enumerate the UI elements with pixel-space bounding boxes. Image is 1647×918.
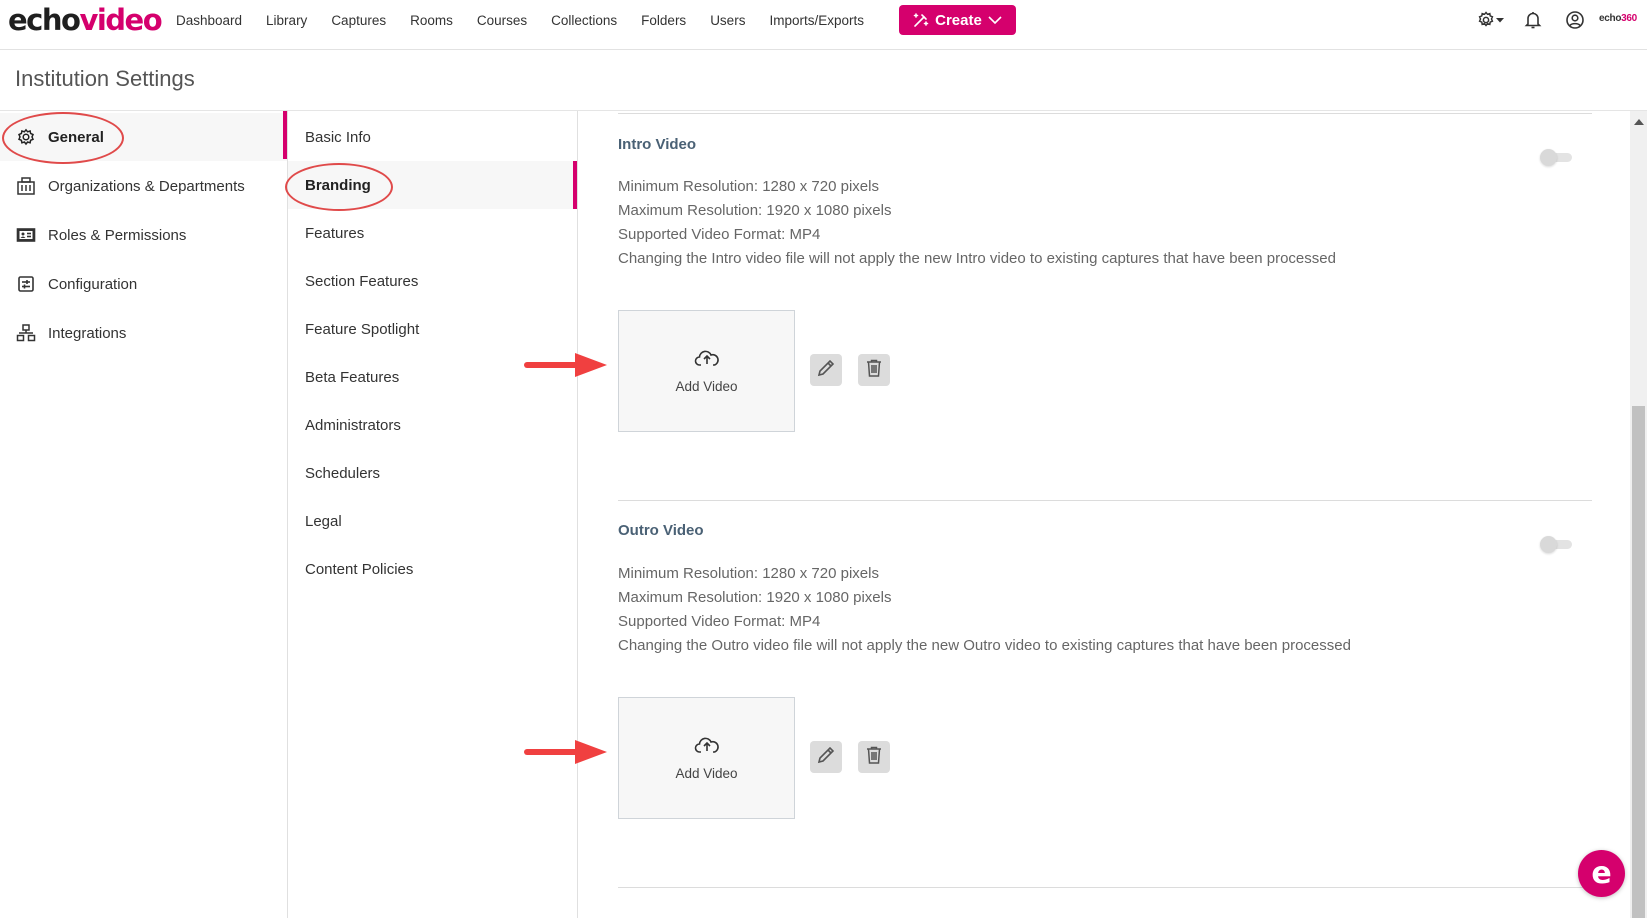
sidebar-item-label: General bbox=[48, 128, 104, 146]
intro-note: Changing the Intro video file will not a… bbox=[618, 250, 1336, 267]
outro-add-video-button[interactable]: Add Video bbox=[618, 697, 795, 819]
outro-delete-button[interactable] bbox=[858, 741, 890, 773]
nav-users[interactable]: Users bbox=[710, 13, 745, 28]
intro-max-resolution: Maximum Resolution: 1920 x 1080 pixels bbox=[618, 202, 892, 219]
main-nav: Dashboard Library Captures Rooms Courses… bbox=[176, 0, 888, 40]
sidebar-item-label: Roles & Permissions bbox=[48, 226, 187, 244]
nav-collections[interactable]: Collections bbox=[551, 13, 617, 28]
echovideo-logo[interactable]: echovideo bbox=[8, 2, 163, 38]
annotation-arrow bbox=[524, 740, 607, 764]
create-label: Create bbox=[935, 11, 982, 29]
sidebar-item-label: Organizations & Departments bbox=[48, 177, 245, 195]
intro-delete-button[interactable] bbox=[858, 354, 890, 386]
trash-icon bbox=[865, 358, 883, 383]
building-icon bbox=[16, 176, 36, 196]
cloud-upload-icon bbox=[694, 348, 720, 373]
pencil-icon bbox=[816, 358, 836, 383]
subnav-item-administrators[interactable]: Administrators bbox=[288, 401, 577, 449]
user-circle-icon[interactable] bbox=[1565, 10, 1585, 35]
outro-video-title: Outro Video bbox=[618, 522, 704, 539]
nav-dashboard[interactable]: Dashboard bbox=[176, 13, 242, 28]
nav-imports-exports[interactable]: Imports/Exports bbox=[769, 13, 864, 28]
logo-video: video bbox=[79, 3, 162, 37]
intro-video-title: Intro Video bbox=[618, 136, 697, 153]
subnav-item-legal[interactable]: Legal bbox=[288, 497, 577, 545]
sidebar-item-roles-permissions[interactable]: Roles & Permissions bbox=[0, 211, 287, 259]
nav-folders[interactable]: Folders bbox=[641, 13, 686, 28]
subnav-item-features[interactable]: Features bbox=[288, 209, 577, 257]
logo-echo: echo bbox=[8, 3, 81, 37]
top-navigation-bar: echovideo Dashboard Library Captures Roo… bbox=[0, 0, 1647, 50]
section-divider bbox=[618, 500, 1592, 501]
section-divider bbox=[618, 113, 1592, 114]
cloud-upload-icon bbox=[694, 735, 720, 760]
chat-support-button[interactable]: e bbox=[1578, 850, 1625, 897]
echo360-brand-number: 360 bbox=[1621, 13, 1637, 24]
create-button[interactable]: Create bbox=[899, 5, 1016, 35]
nav-rooms[interactable]: Rooms bbox=[410, 13, 453, 28]
caret-down-icon bbox=[1496, 18, 1504, 23]
intro-add-video-button[interactable]: Add Video bbox=[618, 310, 795, 432]
bell-icon[interactable] bbox=[1524, 10, 1542, 35]
sidebar-item-configuration[interactable]: Configuration bbox=[0, 260, 287, 308]
scrollbar-thumb[interactable] bbox=[1632, 406, 1645, 918]
magic-wand-icon bbox=[913, 12, 929, 28]
section-divider bbox=[618, 887, 1592, 888]
gear-icon bbox=[1478, 11, 1494, 27]
add-video-label: Add Video bbox=[675, 766, 738, 781]
page-title: Institution Settings bbox=[15, 66, 195, 91]
nav-captures[interactable]: Captures bbox=[331, 13, 386, 28]
echo-chat-icon: e bbox=[1591, 856, 1612, 891]
settings-menu[interactable] bbox=[1477, 10, 1507, 35]
toggle-knob bbox=[1540, 536, 1557, 553]
general-active-indicator bbox=[283, 111, 287, 159]
intro-min-resolution: Minimum Resolution: 1280 x 720 pixels bbox=[618, 178, 879, 195]
pencil-icon bbox=[816, 745, 836, 770]
sidebar-item-organizations-departments[interactable]: Organizations & Departments bbox=[0, 162, 287, 210]
top-right-controls: echo360 bbox=[1447, 0, 1647, 40]
sliders-icon bbox=[16, 274, 36, 294]
network-icon bbox=[16, 323, 36, 343]
add-video-label: Add Video bbox=[675, 379, 738, 394]
subnav-item-basic-info[interactable]: Basic Info bbox=[288, 113, 577, 161]
scroll-up-arrow-icon[interactable] bbox=[1634, 119, 1644, 125]
nav-library[interactable]: Library bbox=[266, 13, 307, 28]
subnav-item-feature-spotlight[interactable]: Feature Spotlight bbox=[288, 305, 577, 353]
branding-content: Intro Video Minimum Resolution: 1280 x 7… bbox=[524, 111, 1628, 918]
toggle-knob bbox=[1540, 149, 1557, 166]
echo360-brand: echo360 bbox=[1599, 13, 1637, 24]
subnav-item-branding[interactable]: Branding bbox=[288, 161, 577, 209]
outro-max-resolution: Maximum Resolution: 1920 x 1080 pixels bbox=[618, 589, 892, 606]
outro-min-resolution: Minimum Resolution: 1280 x 720 pixels bbox=[618, 565, 879, 582]
sidebar-item-general[interactable]: General bbox=[0, 113, 287, 161]
annotation-arrow bbox=[524, 353, 607, 377]
main-scrollbar[interactable] bbox=[1630, 111, 1647, 918]
intro-format: Supported Video Format: MP4 bbox=[618, 226, 821, 243]
sidebar-item-label: Configuration bbox=[48, 275, 138, 293]
sidebar-item-label: Integrations bbox=[48, 324, 127, 342]
outro-edit-button[interactable] bbox=[810, 741, 842, 773]
subnav-item-content-policies[interactable]: Content Policies bbox=[288, 545, 577, 593]
gear-icon bbox=[16, 127, 36, 147]
sidebar-item-integrations[interactable]: Integrations bbox=[0, 309, 287, 357]
settings-sidebar: General Organizations & Departments Role… bbox=[0, 111, 288, 918]
intro-edit-button[interactable] bbox=[810, 354, 842, 386]
chevron-down-icon bbox=[988, 15, 1002, 25]
general-subnav: Basic Info Branding Features Section Fea… bbox=[283, 111, 578, 918]
id-card-icon bbox=[16, 225, 36, 245]
subnav-item-schedulers[interactable]: Schedulers bbox=[288, 449, 577, 497]
trash-icon bbox=[865, 745, 883, 770]
nav-courses[interactable]: Courses bbox=[477, 13, 527, 28]
subnav-item-section-features[interactable]: Section Features bbox=[288, 257, 577, 305]
outro-format: Supported Video Format: MP4 bbox=[618, 613, 821, 630]
echo360-brand-text: echo bbox=[1599, 13, 1622, 24]
outro-video-toggle[interactable] bbox=[1540, 536, 1574, 554]
outro-note: Changing the Outro video file will not a… bbox=[618, 637, 1351, 654]
intro-video-toggle[interactable] bbox=[1540, 149, 1574, 167]
